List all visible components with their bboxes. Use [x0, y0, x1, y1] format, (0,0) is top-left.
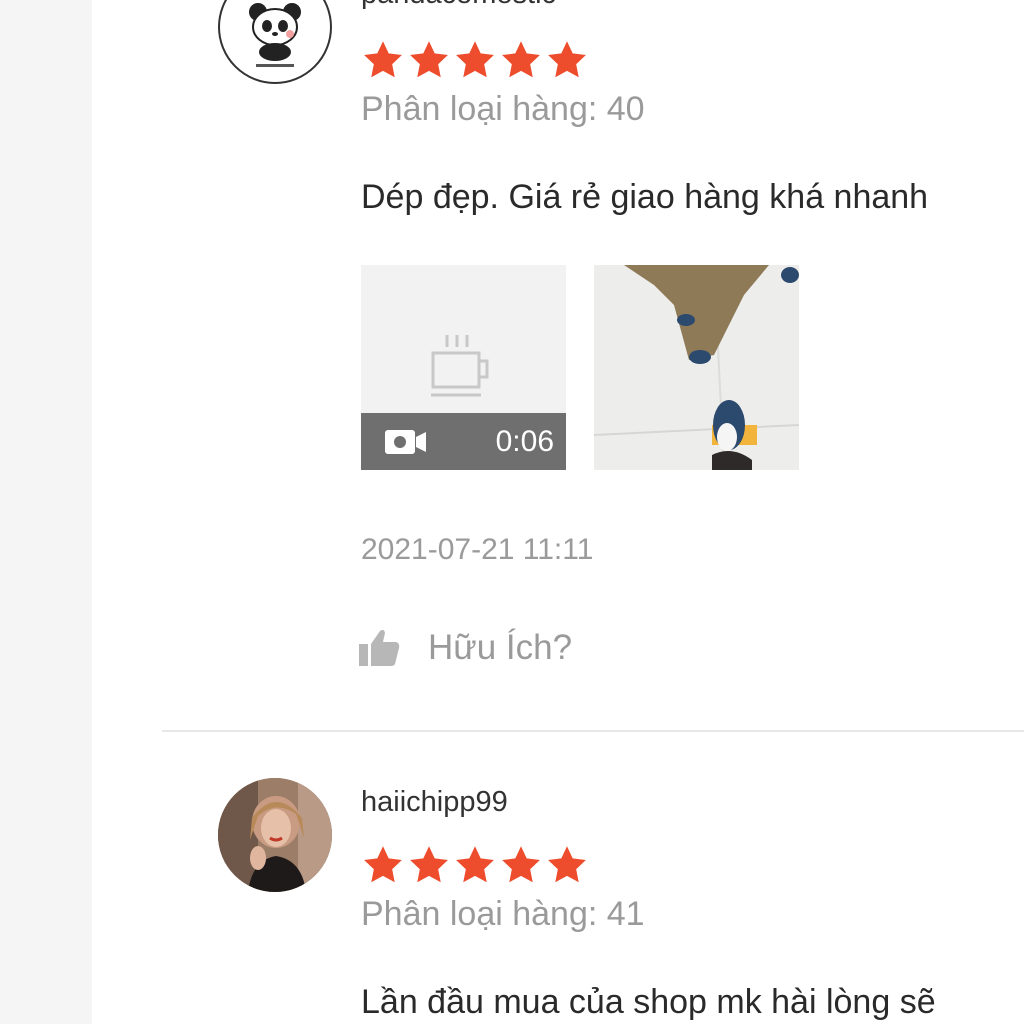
user-avatar-image: [218, 778, 332, 892]
thumbs-up-icon: [359, 629, 400, 666]
reviews-panel: pandacomestic Phân loại hàng: 40 Dép đẹp…: [92, 0, 1024, 1024]
star-icon: [548, 41, 586, 78]
star-icon: [456, 846, 494, 883]
video-duration: 0:06: [495, 424, 554, 458]
review-timestamp: 2021-07-21 11:11: [361, 533, 594, 566]
avatar[interactable]: [218, 778, 332, 892]
product-variant: Phân loại hàng: 40: [361, 90, 645, 128]
helpful-label: Hữu Ích?: [428, 628, 573, 667]
review-comment: Lần đầu mua của shop mk hài lòng sẽ: [361, 983, 936, 1021]
star-icon: [364, 846, 402, 883]
star-icon: [502, 846, 540, 883]
star-icon: [410, 846, 448, 883]
rating-stars: [361, 843, 589, 887]
panda-avatar-image: [221, 0, 329, 81]
video-camera-icon: [385, 429, 426, 454]
star-icon: [364, 41, 402, 78]
star-icon: [456, 41, 494, 78]
star-icon: [502, 41, 540, 78]
star-icon: [410, 41, 448, 78]
helpful-button[interactable]: Hữu Ích?: [358, 628, 572, 668]
review-comment: Dép đẹp. Giá rẻ giao hàng khá nhanh: [361, 178, 929, 216]
review-username[interactable]: haiichipp99: [361, 786, 508, 819]
product-variant: Phân loại hàng: 41: [361, 895, 645, 933]
review-item: haiichipp99 Phân loại hàng: 41 Lần đầu m…: [92, 733, 1024, 1024]
review-photo-image: [594, 265, 799, 470]
coffee-cup-icon: [431, 335, 489, 397]
review-username[interactable]: pandacomestic: [361, 0, 556, 11]
star-icon: [548, 846, 586, 883]
review-video-thumbnail[interactable]: 0:06: [361, 265, 566, 470]
rating-stars: [361, 38, 589, 82]
video-info-bar: 0:06: [361, 413, 566, 470]
review-item: pandacomestic Phân loại hàng: 40 Dép đẹp…: [92, 0, 1024, 732]
review-divider: [162, 730, 1024, 732]
review-photo-thumbnail[interactable]: [594, 265, 799, 470]
avatar[interactable]: [218, 0, 332, 84]
